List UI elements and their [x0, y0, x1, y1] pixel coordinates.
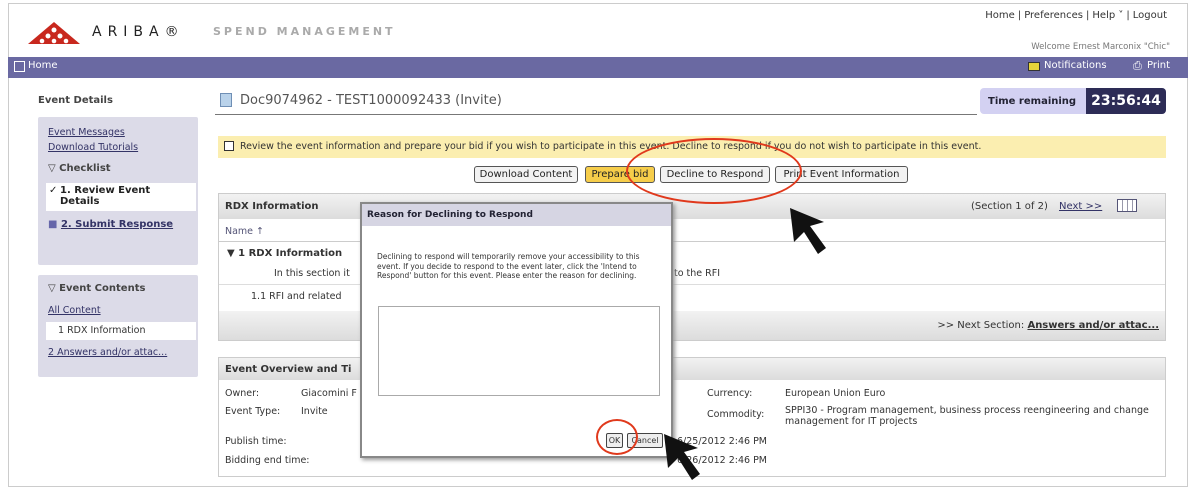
- envelope-icon: [1028, 62, 1040, 71]
- notifications-link[interactable]: Notifications: [1044, 60, 1107, 71]
- next-link[interactable]: Next >>: [1059, 201, 1102, 212]
- checklist-label: Checklist: [59, 163, 111, 174]
- contents-item-answers[interactable]: 2 Answers and/or attac...: [48, 347, 167, 358]
- checklist-box: Event Messages Download Tutorials ▽ Chec…: [38, 117, 198, 265]
- time-label: Time remaining: [988, 96, 1077, 107]
- reason-textarea[interactable]: [378, 306, 660, 396]
- download-tutorials-link[interactable]: Download Tutorials: [48, 142, 138, 153]
- link-home[interactable]: Home: [985, 10, 1015, 21]
- rdx-group-row[interactable]: ▼ 1 RDX Information: [227, 248, 342, 259]
- next-section-label: >> Next Section:: [937, 320, 1025, 331]
- highlight-ok-ellipse: [596, 419, 638, 455]
- time-remaining-box: Time remaining 23:56:44: [980, 88, 1166, 114]
- all-content-link[interactable]: All Content: [48, 305, 101, 316]
- ariba-logo-icon: [28, 22, 80, 44]
- bidding-end-label: Bidding end time:: [225, 455, 310, 466]
- table-options-icon[interactable]: [1117, 199, 1137, 212]
- event-type-label: Event Type:: [225, 406, 281, 417]
- link-logout[interactable]: Logout: [1133, 10, 1167, 21]
- currency-value: European Union Euro: [785, 388, 886, 399]
- contents-box: ▽ Event Contents All Content 1 RDX Infor…: [38, 275, 198, 377]
- info-icon: [224, 141, 234, 151]
- link-preferences[interactable]: Preferences: [1024, 10, 1083, 21]
- print-link[interactable]: Print: [1147, 60, 1170, 71]
- dialog-title: Reason for Declining to Respond: [362, 204, 671, 226]
- checklist-item-label: 1. Review Event Details: [60, 185, 151, 207]
- checklist-item-submit[interactable]: ■ 2. Submit Response: [48, 219, 173, 230]
- currency-label: Currency:: [707, 388, 753, 399]
- checklist-item-review[interactable]: ✓ 1. Review Event Details: [46, 183, 196, 211]
- navbar: Home Notifications ⎙ Print: [8, 57, 1188, 78]
- contents-item-rdx[interactable]: 1 RDX Information: [46, 322, 196, 340]
- cursor-arrow-icon: [664, 434, 700, 480]
- top-links: Home | Preferences | Help ˅ | Logout: [985, 10, 1167, 21]
- event-messages-link[interactable]: Event Messages: [48, 127, 125, 138]
- name-column-header[interactable]: Name ↑: [225, 226, 264, 237]
- home-icon: [14, 61, 25, 72]
- nav-home[interactable]: Home: [28, 60, 58, 71]
- commodity-value: SPPI30 - Program management, business pr…: [785, 405, 1149, 427]
- rdx-desc-end: to the RFI: [674, 268, 721, 279]
- printer-icon: ⎙: [1133, 59, 1142, 72]
- download-content-button[interactable]: Download Content: [474, 166, 578, 183]
- checklist-toggle[interactable]: ▽ Checklist: [48, 163, 111, 174]
- rdx-title: RDX Information: [225, 201, 319, 212]
- cursor-arrow-icon: [790, 208, 826, 254]
- publish-time-label: Publish time:: [225, 436, 287, 447]
- rdx-desc-start: In this section it: [274, 268, 350, 279]
- sidebar-title: Event Details: [38, 95, 113, 106]
- notice-text: Review the event information and prepare…: [240, 141, 982, 152]
- document-icon: [220, 93, 232, 107]
- section-indicator: (Section 1 of 2): [971, 201, 1048, 212]
- owner-value: Giacomini F: [301, 388, 357, 399]
- decline-dialog: Reason for Declining to Respond Declinin…: [360, 202, 673, 458]
- link-help[interactable]: Help ˅: [1092, 10, 1123, 21]
- highlight-decline-ellipse: [626, 138, 802, 204]
- commodity-label: Commodity:: [707, 409, 765, 420]
- bullet-icon: ■: [48, 219, 61, 230]
- time-value: 23:56:44: [1086, 88, 1166, 114]
- contents-label: Event Contents: [59, 283, 146, 294]
- owner-label: Owner:: [225, 388, 260, 399]
- rdx-item-row[interactable]: 1.1 RFI and related: [251, 291, 342, 302]
- next-section-link[interactable]: Answers and/or attac...: [1027, 320, 1159, 331]
- checklist-item-label: 2. Submit Response: [60, 219, 174, 230]
- dialog-message: Declining to respond will temporarily re…: [377, 252, 640, 280]
- contents-toggle[interactable]: ▽ Event Contents: [48, 283, 145, 294]
- check-icon: ✓: [49, 185, 58, 196]
- title-underline: [215, 114, 977, 115]
- product-name: SPEND MANAGEMENT: [213, 25, 396, 38]
- page-title: Doc9074962 - TEST1000092433 (Invite): [240, 93, 502, 108]
- logo-text: ARIBA®: [92, 24, 185, 40]
- welcome-text: Welcome Ernest Marconix "Chic": [1031, 42, 1170, 52]
- event-type-value: Invite: [301, 406, 328, 417]
